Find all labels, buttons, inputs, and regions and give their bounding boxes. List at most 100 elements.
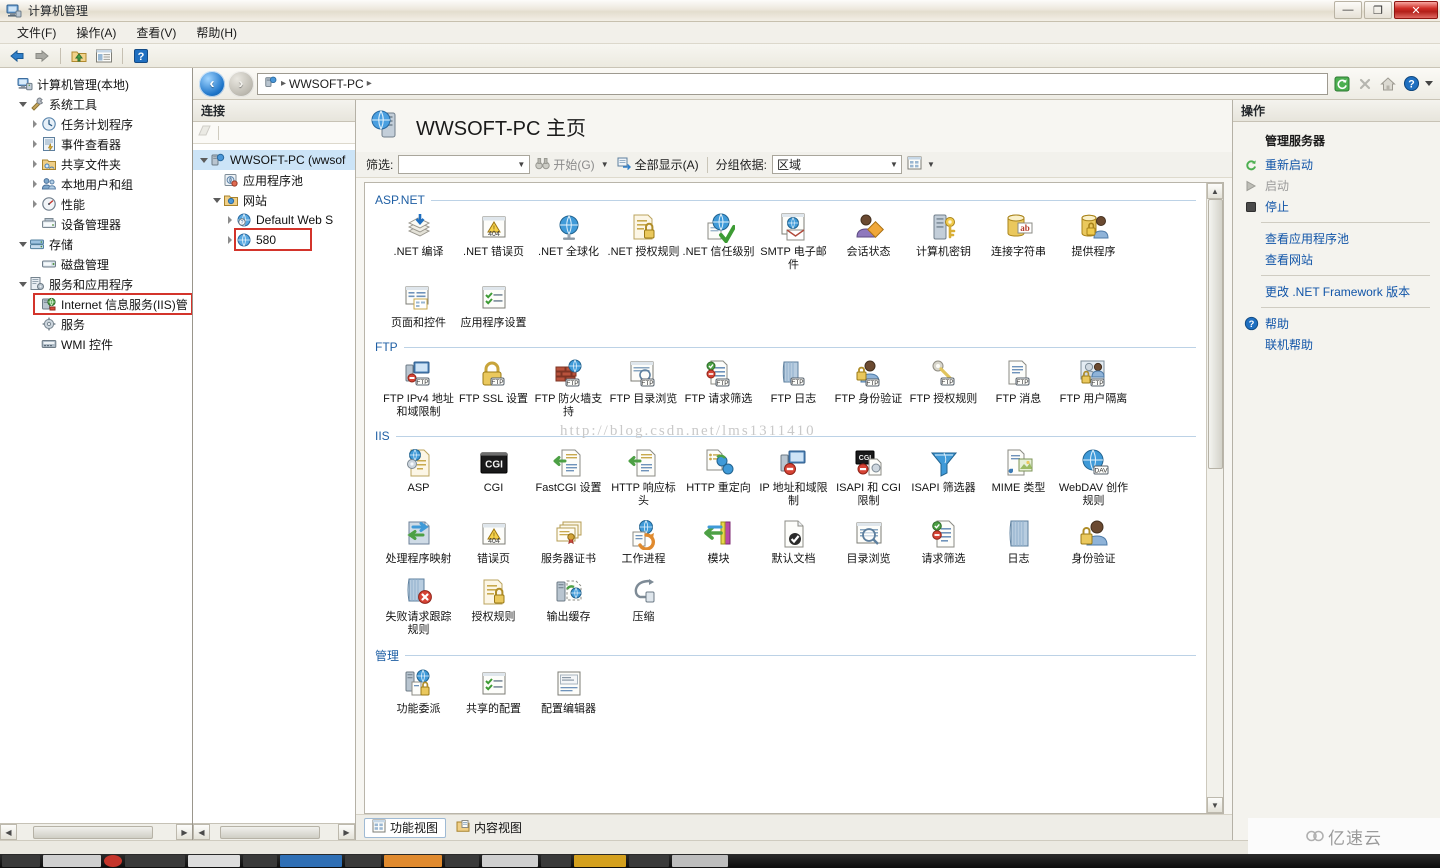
feature-ftp-directory-browsing[interactable]: FTP FTP 目录浏览 xyxy=(606,358,681,419)
action-change-net-framework-version[interactable]: 更改 .NET Framework 版本 xyxy=(1233,281,1440,302)
action-view-app-pools[interactable]: 查看应用程序池 xyxy=(1233,228,1440,249)
connect-icon[interactable] xyxy=(197,123,213,142)
twisty-open[interactable] xyxy=(16,234,29,254)
tree-node-storage[interactable]: 存储 xyxy=(0,234,192,254)
menu-help[interactable]: 帮助(H) xyxy=(187,22,246,43)
feature-failed-request-tracing[interactable]: 失败请求跟踪规则 xyxy=(381,576,456,637)
twisty-closed[interactable] xyxy=(28,114,41,134)
feature-ftp-authorization-rules[interactable]: FTP FTP 授权规则 xyxy=(906,358,981,419)
feature-ftp-user-isolation[interactable]: FTP FTP 用户隔离 xyxy=(1056,358,1131,419)
feature-directory-browsing[interactable]: 目录浏览 xyxy=(831,518,906,566)
breadcrumb[interactable]: ▸ WWSOFT-PC ▸ xyxy=(257,72,1328,95)
feature-net-globalization[interactable]: .NET 全球化 xyxy=(531,211,606,272)
feature-machine-key[interactable]: 计算机密钥 xyxy=(906,211,981,272)
scroll-down-icon[interactable]: ▼ xyxy=(1207,797,1223,813)
feature-feature-delegation[interactable]: 功能委派 xyxy=(381,668,456,716)
action-restart[interactable]: 重新启动 xyxy=(1233,154,1440,175)
taskbar-item[interactable] xyxy=(43,855,101,867)
tree-node-task-scheduler[interactable]: 任务计划程序 xyxy=(0,114,192,134)
taskbar-item[interactable] xyxy=(280,855,342,867)
filter-input[interactable]: ▼ xyxy=(398,155,531,174)
taskbar-item[interactable] xyxy=(574,855,626,867)
breadcrumb-item-server[interactable]: WWSOFT-PC xyxy=(289,77,364,91)
tree-node-iis[interactable]: Internet 信息服务(IIS)管 xyxy=(0,294,192,314)
action-online-help[interactable]: 联机帮助 xyxy=(1233,334,1440,355)
action-help[interactable]: ? 帮助 xyxy=(1233,313,1440,334)
twisty-closed[interactable] xyxy=(28,134,41,154)
feature-ftp-authentication[interactable]: FTP FTP 身份验证 xyxy=(831,358,906,419)
features-vscrollbar[interactable]: ▲ ▼ xyxy=(1206,183,1223,813)
feature-configuration-editor[interactable]: 配置编辑器 xyxy=(531,668,606,716)
filter-textbox[interactable] xyxy=(399,156,515,173)
twisty-closed[interactable] xyxy=(223,210,236,230)
feature-request-filtering[interactable]: 请求筛选 xyxy=(906,518,981,566)
feature-handler-mappings[interactable]: 处理程序映射 xyxy=(381,518,456,566)
taskbar-item[interactable] xyxy=(672,855,728,867)
taskbar-item[interactable] xyxy=(243,855,277,867)
menu-action[interactable]: 操作(A) xyxy=(67,22,125,43)
tree-node-system-tools[interactable]: 系统工具 xyxy=(0,94,192,114)
feature-server-certificates[interactable]: 服务器证书 xyxy=(531,518,606,566)
action-view-sites[interactable]: 查看网站 xyxy=(1233,249,1440,270)
twisty-closed[interactable] xyxy=(28,154,41,174)
dropdown-icon[interactable] xyxy=(1424,74,1434,94)
feature-application-settings[interactable]: 应用程序设置 xyxy=(456,282,531,330)
feature-net-error-pages[interactable]: ! 404 .NET 错误页 xyxy=(456,211,531,272)
scroll-up-icon[interactable]: ▲ xyxy=(1207,183,1223,199)
feature-authorization-rules[interactable]: 授权规则 xyxy=(456,576,531,637)
taskbar-item[interactable] xyxy=(384,855,442,867)
up-folder-icon[interactable] xyxy=(68,46,90,66)
feature-isapi-cgi-restrictions[interactable]: CGI ISAPI 和 CGI 限制 xyxy=(831,447,906,508)
chevron-down-icon[interactable]: ▼ xyxy=(924,155,938,174)
conn-node-default-web-site[interactable]: ? Default Web S xyxy=(193,210,355,230)
minimize-button[interactable]: — xyxy=(1334,1,1362,19)
tree-node-computer-management[interactable]: 计算机管理(本地) xyxy=(0,74,192,94)
taskbar-item[interactable] xyxy=(188,855,240,867)
menu-file[interactable]: 文件(F) xyxy=(8,22,65,43)
group-by-combobox[interactable]: 区域 ▼ xyxy=(772,155,903,174)
feature-ftp-messages[interactable]: FTP FTP 消息 xyxy=(981,358,1056,419)
feature-fastcgi-settings[interactable]: FastCGI 设置 xyxy=(531,447,606,508)
refresh-icon[interactable] xyxy=(1332,74,1352,94)
feature-asp[interactable]: ASP xyxy=(381,447,456,508)
tree-node-device-manager[interactable]: 设备管理器 xyxy=(0,214,192,234)
feature-mime-types[interactable]: MIME 类型 xyxy=(981,447,1056,508)
chevron-down-icon[interactable]: ▼ xyxy=(887,155,901,174)
conn-node-server[interactable]: WWSOFT-PC (wwsof xyxy=(193,150,355,170)
twisty-closed[interactable] xyxy=(223,230,236,250)
action-start[interactable]: 启动 xyxy=(1233,175,1440,196)
feature-worker-processes[interactable]: 工作进程 xyxy=(606,518,681,566)
twisty-open[interactable] xyxy=(197,150,210,170)
feature-http-redirect[interactable]: HTTP 重定向 xyxy=(681,447,756,508)
feature-ftp-firewall-support[interactable]: FTP FTP 防火墙支持 xyxy=(531,358,606,419)
help-icon[interactable]: ? xyxy=(1401,74,1421,94)
taskbar-item[interactable] xyxy=(482,855,538,867)
feature-ftp-logging[interactable]: FTP FTP 日志 xyxy=(756,358,831,419)
menu-view[interactable]: 查看(V) xyxy=(127,22,185,43)
twisty-open[interactable] xyxy=(16,274,29,294)
maximize-button[interactable]: ❐ xyxy=(1364,1,1392,19)
taskbar-item[interactable] xyxy=(2,855,40,867)
feature-output-caching[interactable]: 输出缓存 xyxy=(531,576,606,637)
feature-shared-configuration[interactable]: 共享的配置 xyxy=(456,668,531,716)
connections-hscrollbar[interactable]: ◀ ▶ xyxy=(193,823,355,840)
chevron-down-icon[interactable]: ▼ xyxy=(514,155,528,174)
twisty-closed[interactable] xyxy=(28,194,41,214)
tree-node-services[interactable]: 服务 xyxy=(0,314,192,334)
close-button[interactable]: ✕ xyxy=(1394,1,1438,19)
feature-default-document[interactable]: 默认文档 xyxy=(756,518,831,566)
twisty-closed[interactable] xyxy=(28,174,41,194)
conn-node-site-580[interactable]: 580 xyxy=(193,230,355,250)
taskbar-item[interactable] xyxy=(104,855,122,867)
scroll-right-icon[interactable]: ▶ xyxy=(338,824,355,840)
action-stop[interactable]: 停止 xyxy=(1233,196,1440,217)
breadcrumb-separator-2[interactable]: ▸ xyxy=(367,78,372,89)
conn-node-sites[interactable]: 网站 xyxy=(193,190,355,210)
nav-back-button[interactable]: ‹ xyxy=(199,70,225,97)
feature-ftp-ssl-settings[interactable]: FTP FTP SSL 设置 xyxy=(456,358,531,419)
twisty-open[interactable] xyxy=(210,190,223,210)
feature-connection-strings[interactable]: ab 连接字符串 xyxy=(981,211,1056,272)
feature-logging[interactable]: 日志 xyxy=(981,518,1056,566)
hscroll-thumb[interactable] xyxy=(33,825,153,839)
scroll-left-icon[interactable]: ◀ xyxy=(0,824,17,840)
